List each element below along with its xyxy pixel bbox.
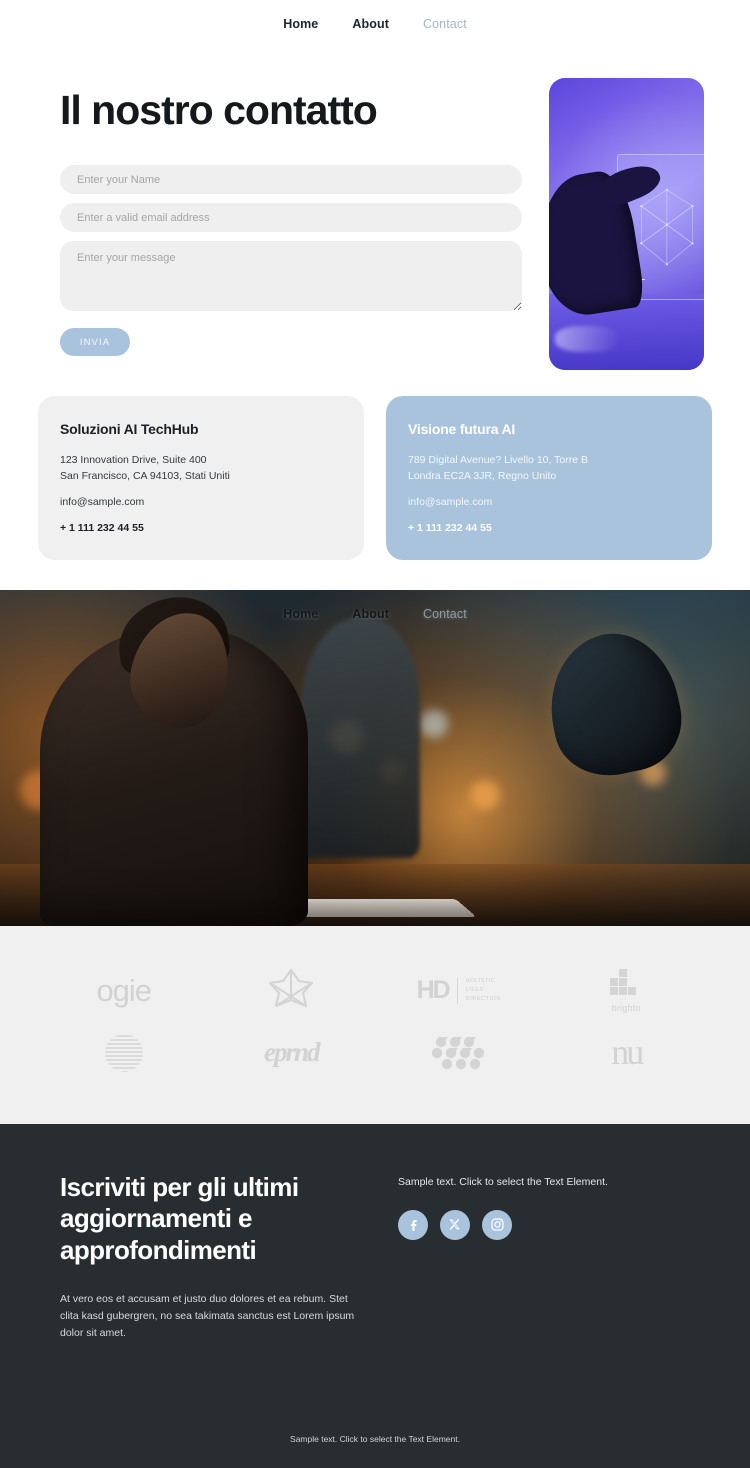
footer-body-text: At vero eos et accusam et justo duo dolo… (60, 1292, 355, 1339)
logo-brighto: brighto (543, 968, 711, 1013)
instagram-icon[interactable] (482, 1209, 512, 1240)
submit-button[interactable]: INVIA (60, 328, 130, 357)
contact-card-techhub: Soluzioni AI TechHub 123 Innovation Driv… (38, 396, 364, 560)
brighto-logo-wrap: brighto (608, 968, 644, 1013)
card-address-line2: San Francisco, CA 94103, Stati Uniti (60, 469, 230, 482)
message-textarea[interactable] (60, 241, 522, 312)
card-title: Soluzioni AI TechHub (60, 421, 199, 437)
brighto-blocks-icon (610, 969, 637, 996)
logo-holistic-lifes-direction: HD HOLISTIC LIFES DIRECTION (375, 976, 543, 1005)
hd-logo-wrap: HD HOLISTIC LIFES DIRECTION (417, 976, 501, 1005)
logo-dotted-teardrop (375, 1031, 543, 1075)
footer-sample-text: Sample text. Click to select the Text El… (398, 1175, 608, 1188)
nav-item-contact[interactable]: Contact (423, 17, 467, 31)
card-title: Visione futura AI (408, 421, 516, 437)
contact-illustration-image (549, 78, 704, 370)
facebook-icon[interactable] (398, 1209, 428, 1240)
hero-nav-item-about[interactable]: About (352, 607, 389, 621)
facebook-glyph (410, 1220, 417, 1231)
card-phone[interactable]: + 1 111 232 44 55 (60, 522, 342, 534)
contact-form: INVIA (60, 165, 523, 357)
hd-tagline-line2: LIFES (465, 986, 484, 993)
page-root: Home About Contact Il nostro contatto IN… (0, 0, 750, 1468)
footer-right-column: Sample text. Click to select the Text El… (398, 1172, 712, 1342)
top-navigation: Home About Contact (0, 0, 750, 48)
card-address-line2: Londra EC2A 3JR, Regno Unito (408, 469, 557, 482)
hero-navigation: Home About Contact (0, 590, 750, 638)
footer-left-column: Iscriviti per gli ultimi aggiornamenti e… (38, 1172, 368, 1342)
card-phone[interactable]: + 1 111 232 44 55 (408, 522, 690, 534)
hero-bokeh-light (420, 709, 448, 738)
page-title: Il nostro contatto (60, 87, 378, 133)
footer-section: Iscriviti per gli ultimi aggiornamenti e… (0, 1123, 750, 1468)
hero-nav-item-home[interactable]: Home (283, 607, 318, 621)
nav-item-home[interactable]: Home (283, 17, 318, 31)
eprnd-wordmark: eprnd (263, 1037, 320, 1068)
name-input[interactable] (60, 165, 522, 195)
photo-light-streak (555, 326, 621, 353)
hero-background-person (300, 617, 420, 858)
dotted-teardrop-icon (431, 1036, 484, 1069)
x-twitter-icon[interactable] (440, 1209, 470, 1240)
x-glyph (449, 1219, 460, 1229)
email-input[interactable] (60, 203, 522, 233)
hd-divider (456, 977, 458, 1004)
footer-heading: Iscriviti per gli ultimi aggiornamenti e… (60, 1171, 299, 1266)
logo-striped-globe (40, 1029, 208, 1077)
footer-columns: Iscriviti per gli ultimi aggiornamenti e… (38, 1172, 712, 1342)
card-address-line1: 789 Digital Avenue? Livello 10, Torre B (408, 454, 588, 466)
hd-tagline: HOLISTIC LIFES DIRECTION (466, 977, 501, 1005)
partner-logos-section: ogie HD HOLISTIC LIFES DIRECTION brighto… (0, 925, 750, 1124)
card-email[interactable]: info@sample.com (408, 495, 690, 511)
hd-tagline-line3: DIRECTION (465, 996, 501, 1003)
brighto-wordmark: brighto (611, 1003, 641, 1014)
hero-image: Home About Contact (0, 589, 750, 926)
footer-bottom-text: Sample text. Click to select the Text El… (290, 1433, 460, 1444)
contact-section: Il nostro contatto INVIA (0, 48, 750, 370)
hero-nav-item-contact[interactable]: Contact (423, 607, 467, 621)
nu-wordmark: nu (611, 1032, 644, 1073)
social-links (398, 1209, 712, 1240)
card-address-line1: 123 Innovation Drive, Suite 400 (60, 454, 207, 466)
striped-globe-icon (104, 1034, 143, 1072)
logo-nu: nu (543, 1032, 711, 1073)
hd-monogram: HD (416, 976, 451, 1005)
card-email[interactable]: info@sample.com (60, 495, 342, 511)
hero-bokeh-light (470, 779, 500, 810)
contact-form-column: Il nostro contatto INVIA (38, 78, 523, 357)
flower-star-icon (269, 968, 314, 1007)
logo-flower-star-icon (208, 965, 376, 1017)
nav-item-about[interactable]: About (352, 17, 389, 31)
instagram-glyph (490, 1218, 504, 1231)
logo-ogie-text: ogie (96, 972, 152, 1008)
contact-card-visione-futura: Visione futura AI 789 Digital Avenue? Li… (386, 396, 712, 560)
card-spacer (60, 484, 342, 495)
logo-row-2: eprnd nu (0, 1022, 750, 1084)
logo-row-1: ogie HD HOLISTIC LIFES DIRECTION brighto (0, 960, 750, 1022)
contact-cards: Soluzioni AI TechHub 123 Innovation Driv… (0, 370, 750, 590)
hd-tagline-line1: HOLISTIC (465, 977, 496, 984)
card-spacer (408, 484, 690, 495)
logo-eprnd: eprnd (208, 1037, 376, 1068)
logo-ogie: ogie (40, 973, 208, 1009)
